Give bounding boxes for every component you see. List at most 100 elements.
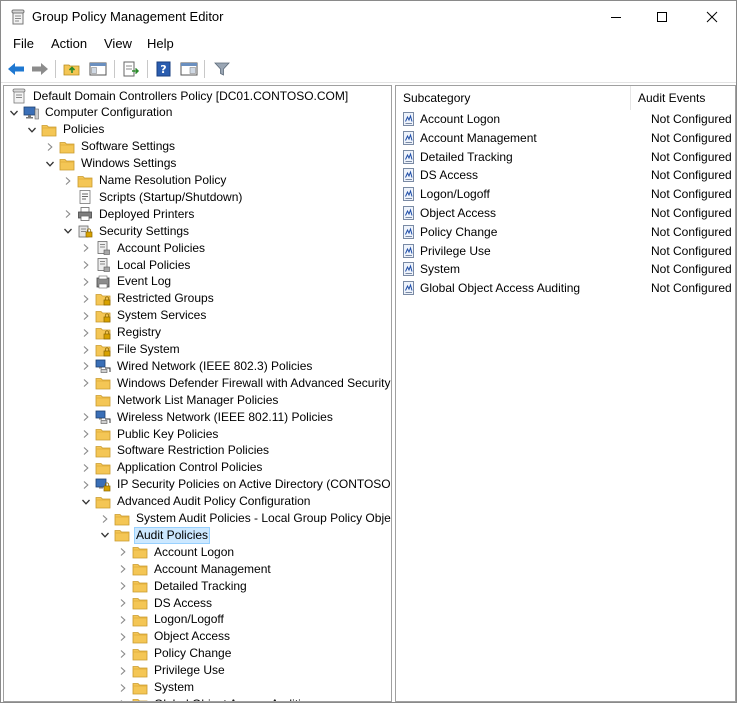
forward-button[interactable] [30, 59, 50, 79]
list-item[interactable]: Policy Change Not Configured [401, 223, 735, 241]
tree-node[interactable]: Name Resolution Policy [62, 173, 228, 189]
tree-node[interactable]: Object Access [117, 629, 232, 645]
tree-node-label[interactable]: Restricted Groups [115, 291, 216, 306]
tree-node-label[interactable]: Software Restriction Policies [115, 443, 271, 458]
tree-node[interactable]: Policies [26, 122, 106, 138]
tree-node-label[interactable]: IP Security Policies on Active Directory… [115, 477, 391, 492]
tree-node[interactable]: IP Security Policies on Active Directory… [80, 477, 391, 493]
list-item[interactable]: System Not Configured [401, 260, 735, 278]
filter-button[interactable] [212, 59, 232, 79]
tree-node-label[interactable]: System Services [115, 308, 208, 323]
expand-chevron-icon[interactable] [117, 646, 129, 662]
expand-chevron-icon[interactable] [117, 578, 129, 594]
tree-node[interactable]: Logon/Logoff [117, 612, 226, 628]
expand-chevron-icon[interactable] [80, 477, 92, 493]
expand-chevron-icon[interactable] [117, 696, 129, 701]
tree-node-label[interactable]: Name Resolution Policy [97, 173, 228, 188]
expand-chevron-icon[interactable] [80, 274, 92, 290]
tree-node[interactable]: Computer Configuration [8, 105, 174, 121]
tree-node[interactable]: Deployed Printers [62, 206, 196, 222]
tree-node-label[interactable]: Logon/Logoff [152, 612, 226, 627]
list-item[interactable]: Account Management Not Configured [401, 129, 735, 147]
expand-chevron-icon[interactable] [80, 409, 92, 425]
expand-chevron-icon[interactable] [99, 511, 111, 527]
expand-chevron-icon[interactable] [80, 240, 92, 256]
tree-node-label[interactable]: Advanced Audit Policy Configuration [115, 494, 312, 509]
expand-chevron-icon[interactable] [117, 629, 129, 645]
expand-chevron-icon[interactable] [62, 173, 74, 189]
expand-chevron-icon[interactable] [117, 680, 129, 696]
expand-chevron-icon[interactable] [80, 291, 92, 307]
expand-chevron-icon[interactable] [117, 544, 129, 560]
tree-node-label[interactable]: Policy Change [152, 646, 233, 661]
tree-node-label[interactable]: Privilege Use [152, 663, 227, 678]
tree-node[interactable]: Windows Settings [44, 156, 178, 172]
expand-chevron-icon[interactable] [80, 426, 92, 442]
tree-node-label[interactable]: System Audit Policies - Local Group Poli… [134, 511, 391, 526]
up-one-level-button[interactable] [62, 59, 82, 79]
expand-chevron-icon[interactable] [117, 663, 129, 679]
tree-node[interactable]: Wired Network (IEEE 802.3) Policies [80, 358, 314, 374]
tree-node-label[interactable]: Network List Manager Policies [115, 393, 280, 408]
tree-node[interactable]: Policy Change [117, 646, 233, 662]
help-button[interactable]: ? [154, 59, 174, 79]
tree-node[interactable]: Account Management [117, 561, 273, 577]
tree-node[interactable]: Account Logon [117, 544, 236, 560]
menu-view[interactable]: View [104, 36, 132, 51]
list-item[interactable]: Object Access Not Configured [401, 204, 735, 222]
collapse-chevron-icon[interactable] [80, 494, 92, 510]
tree-node-label[interactable]: Object Access [152, 629, 232, 644]
expand-chevron-icon[interactable] [80, 443, 92, 459]
expand-chevron-icon[interactable] [62, 206, 74, 222]
tree-node-label-selected[interactable]: Audit Policies [134, 526, 211, 544]
tree-node-label[interactable]: Detailed Tracking [152, 579, 249, 594]
tree-node[interactable]: System Audit Policies - Local Group Poli… [99, 511, 391, 527]
tree-node[interactable]: Advanced Audit Policy Configuration [80, 494, 312, 510]
tree-node-label[interactable]: Account Logon [152, 545, 236, 560]
tree-node-label[interactable]: Windows Settings [79, 156, 178, 171]
tree-node[interactable]: Restricted Groups [80, 291, 216, 307]
tree-node-label[interactable]: Deployed Printers [97, 207, 196, 222]
tree-node-label[interactable]: System [152, 680, 196, 695]
tree-node-label[interactable]: Software Settings [79, 139, 177, 154]
tree-node[interactable]: Local Policies [80, 257, 192, 273]
tree-node[interactable]: Default Domain Controllers Policy [DC01.… [4, 88, 350, 104]
expand-chevron-icon[interactable] [117, 595, 129, 611]
tree-node-label[interactable]: Default Domain Controllers Policy [DC01.… [31, 89, 350, 104]
tree-node-label[interactable]: Local Policies [115, 258, 192, 273]
back-button[interactable] [6, 59, 26, 79]
collapse-chevron-icon[interactable] [26, 122, 38, 138]
tree-node[interactable]: Event Log [80, 274, 173, 290]
collapse-chevron-icon[interactable] [44, 156, 56, 172]
expand-chevron-icon[interactable] [80, 342, 92, 358]
show-hide-console-tree-button[interactable] [88, 59, 108, 79]
tree-node-label[interactable]: Security Settings [97, 224, 191, 239]
expand-chevron-icon[interactable] [80, 325, 92, 341]
tree-node[interactable]: Software Settings [44, 139, 177, 155]
tree-node[interactable]: DS Access [117, 595, 214, 611]
tree-node-label[interactable]: File System [115, 342, 182, 357]
export-list-button[interactable] [121, 59, 141, 79]
expand-chevron-icon[interactable] [80, 257, 92, 273]
tree-node-label[interactable]: Registry [115, 325, 163, 340]
expand-chevron-icon[interactable] [80, 460, 92, 476]
console-tree-pane[interactable]: Default Domain Controllers Policy [DC01.… [3, 85, 392, 702]
list-item[interactable]: Privilege Use Not Configured [401, 242, 735, 260]
tree-node[interactable]: Audit Policies [99, 526, 211, 544]
tree-node[interactable]: File System [80, 342, 182, 358]
tree-node-label[interactable]: Scripts (Startup/Shutdown) [97, 190, 244, 205]
tree-node-label[interactable]: DS Access [152, 596, 214, 611]
list-item[interactable]: Global Object Access Auditing Not Configu… [401, 279, 735, 297]
tree-node-label[interactable]: Application Control Policies [115, 460, 264, 475]
tree-node[interactable]: Detailed Tracking [117, 578, 249, 594]
tree-node-label[interactable]: Windows Defender Firewall with Advanced … [115, 376, 391, 391]
tree-node[interactable]: Application Control Policies [80, 460, 264, 476]
tree-node[interactable]: Security Settings [62, 223, 191, 239]
tree-node[interactable]: System Services [80, 308, 208, 324]
maximize-button[interactable] [639, 1, 685, 33]
tree-node[interactable]: Software Restriction Policies [80, 443, 271, 459]
tree-node-label[interactable]: Computer Configuration [43, 105, 174, 120]
tree-node-label[interactable]: Wireless Network (IEEE 802.11) Policies [115, 410, 335, 425]
column-divider[interactable] [630, 86, 631, 110]
list-item[interactable]: Detailed Tracking Not Configured [401, 148, 735, 166]
